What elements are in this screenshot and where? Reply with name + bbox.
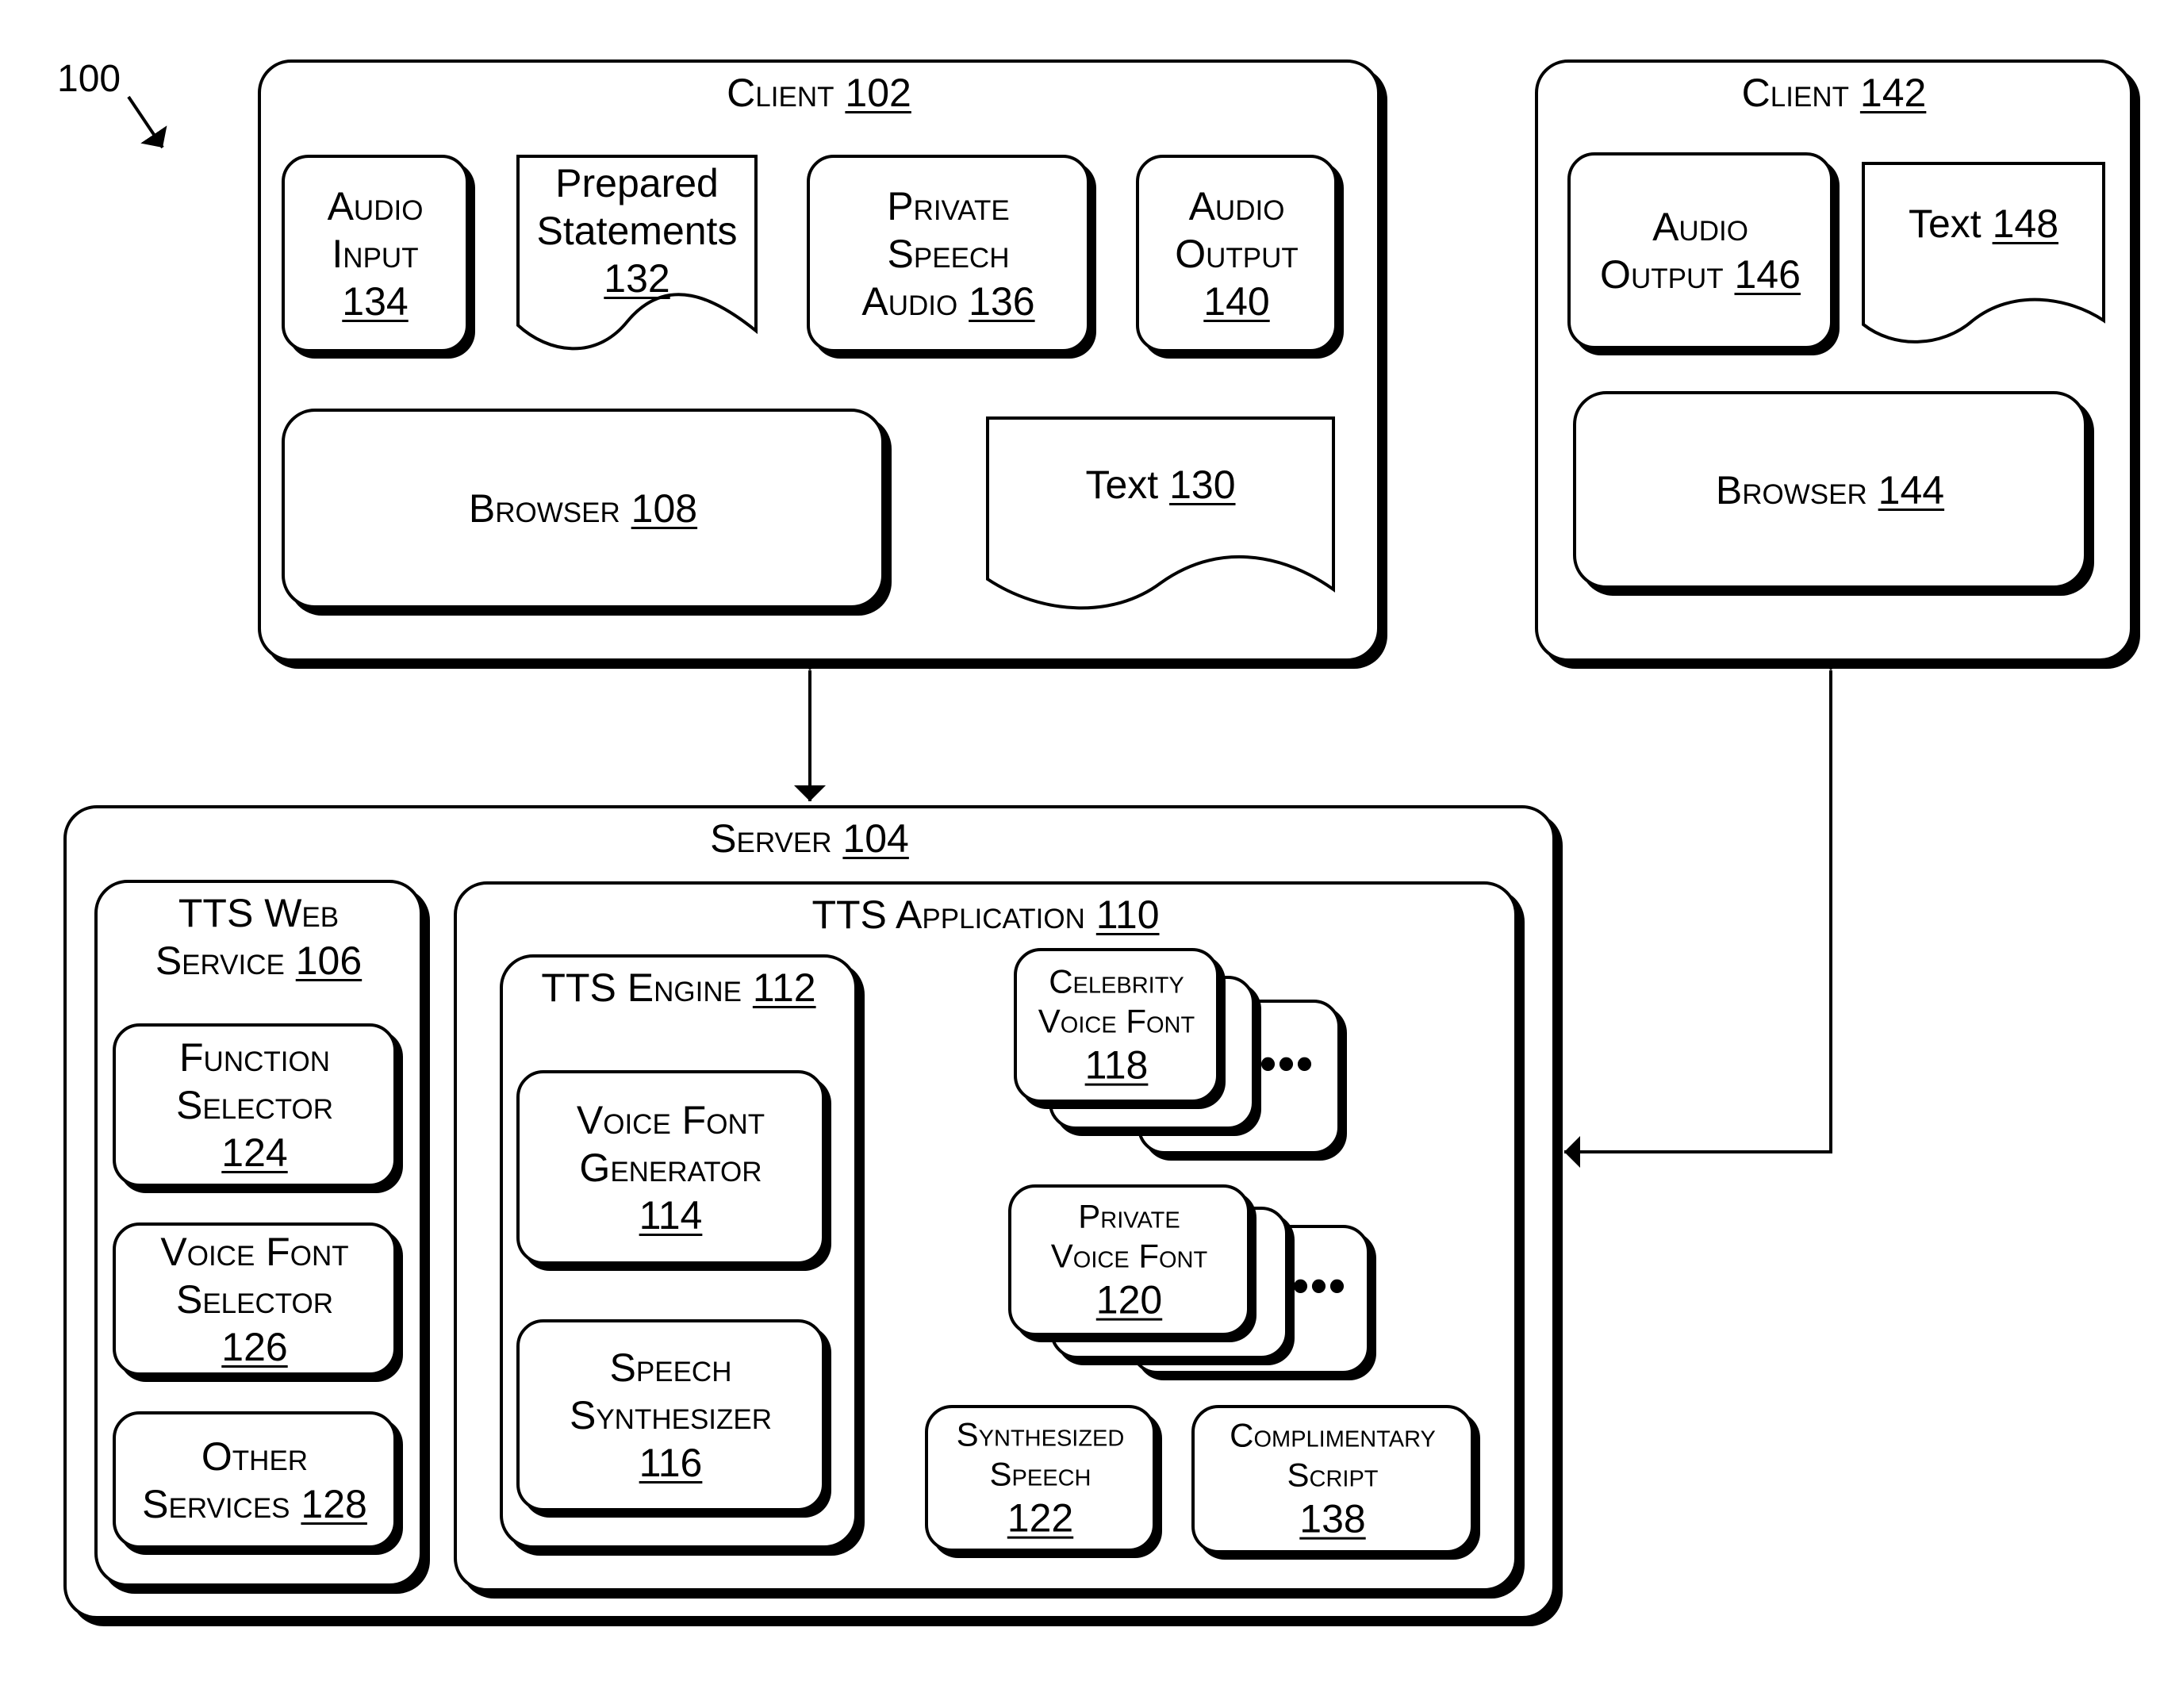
private-voice-font-120: Private Voice Font 120 [1008, 1184, 1250, 1336]
more-ellipsis: ••• [1260, 1037, 1315, 1090]
browser-108: Browser 108 [282, 409, 884, 608]
document-shape [986, 416, 1335, 610]
synthesized-speech-122: Synthesized Speech 122 [925, 1405, 1156, 1552]
complimentary-script-138: Complimentary Script 138 [1191, 1405, 1474, 1553]
private-speech-audio-136: Private Speech Audio 136 [807, 155, 1090, 352]
celebrity-voice-font-118: Celebrity Voice Font 118 [1014, 948, 1219, 1103]
audio-output-146: Audio Output 146 [1567, 152, 1833, 349]
browser-144: Browser 144 [1573, 391, 2087, 589]
more-ellipsis: ••• [1292, 1259, 1348, 1312]
document-shape [1862, 162, 2105, 344]
server-104-title: Server 104 [710, 816, 909, 861]
client-142-title: Client 142 [1741, 71, 1927, 115]
speech-synthesizer-116: Speech Synthesizer 116 [516, 1319, 825, 1511]
client-102-title: Client 102 [727, 71, 911, 115]
voice-font-generator-114: Voice Font Generator 114 [516, 1070, 825, 1265]
figure-ref-label: 100 [57, 58, 121, 100]
audio-output-140: Audio Output 140 [1136, 155, 1337, 352]
text-148: Text 148 [1862, 162, 2105, 349]
audio-input-134: Audio Input 134 [282, 155, 469, 352]
server-client142-connector [1564, 654, 1847, 1168]
prepared-statements-132: Prepared Statements 132 [516, 155, 758, 353]
function-selector-124: Function Selector 124 [113, 1023, 397, 1187]
figure-ref-arrow [127, 95, 167, 149]
voice-font-selector-126: Voice Font Selector 126 [113, 1222, 397, 1376]
other-services-128: Other Services 128 [113, 1411, 397, 1549]
text-130: Text 130 [986, 416, 1335, 616]
